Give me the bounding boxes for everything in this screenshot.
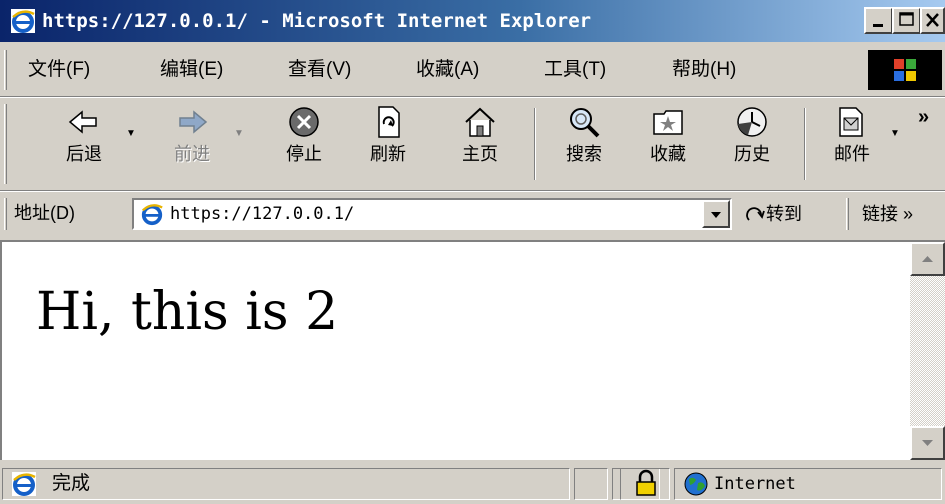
maximize-button[interactable] <box>892 7 921 34</box>
back-button[interactable]: 后退 <box>52 104 116 184</box>
home-label: 主页 <box>462 144 498 164</box>
stop-icon <box>289 107 319 137</box>
mail-label: 邮件 <box>834 144 870 164</box>
globe-icon <box>684 472 708 496</box>
minimize-button[interactable] <box>864 7 893 34</box>
mail-icon <box>839 107 863 137</box>
toolbar-grip[interactable] <box>4 104 7 184</box>
menu-grip[interactable] <box>4 50 7 90</box>
address-bar: 地址(D) 转到 链接 » <box>0 192 945 236</box>
title-bar[interactable]: https://127.0.0.1/ - Microsoft Internet … <box>0 0 945 42</box>
toolbar-separator-2 <box>804 108 806 180</box>
forward-button[interactable]: 前进 <box>160 104 224 184</box>
status-bar: 完成 Internet <box>0 462 945 504</box>
refresh-label: 刷新 <box>370 144 406 164</box>
favorites-button[interactable]: 收藏 <box>636 104 700 184</box>
menu-tools[interactable]: 工具(T) <box>544 56 606 84</box>
go-arrow-icon <box>746 207 765 221</box>
ie-window: https://127.0.0.1/ - Microsoft Internet … <box>0 0 945 504</box>
ie-icon <box>140 202 164 226</box>
standard-toolbar: 后退 ▼ 前进 ▼ 停止 刷新 主页 搜索 收藏 历史 邮件 ▼ » <box>0 98 945 190</box>
chevron-up-icon <box>922 256 933 262</box>
menu-bar: 文件(F) 编辑(E) 查看(V) 收藏(A) 工具(T) 帮助(H) <box>0 44 945 96</box>
back-arrow-icon <box>68 110 97 134</box>
links-grip[interactable] <box>846 198 849 230</box>
favorites-icon <box>653 110 683 135</box>
maximize-icon <box>899 12 914 26</box>
back-label: 后退 <box>66 144 102 164</box>
refresh-icon <box>378 106 400 138</box>
address-field[interactable] <box>132 198 732 230</box>
go-label: 转到 <box>766 204 802 224</box>
toolbar-separator <box>534 108 536 180</box>
forward-arrow-icon <box>179 110 208 134</box>
windows-logo-icon <box>894 59 916 81</box>
search-button[interactable]: 搜索 <box>552 104 616 184</box>
page-body-text: Hi, this is 2 <box>36 282 339 342</box>
menu-view[interactable]: 查看(V) <box>288 56 351 84</box>
favorites-label: 收藏 <box>650 144 686 164</box>
page-viewport[interactable]: Hi, this is 2 <box>2 242 910 460</box>
page-icon <box>12 472 36 496</box>
security-pane[interactable] <box>620 468 670 500</box>
menu-file[interactable]: 文件(F) <box>28 56 90 84</box>
status-text: 完成 <box>52 473 91 494</box>
window-title: https://127.0.0.1/ - Microsoft Internet … <box>42 10 592 32</box>
history-button[interactable]: 历史 <box>720 104 784 184</box>
throbber <box>868 50 942 90</box>
address-dropdown-button[interactable] <box>702 200 730 228</box>
minimize-icon <box>873 24 883 27</box>
search-label: 搜索 <box>566 144 602 164</box>
status-pane-progress <box>574 468 608 500</box>
vertical-scrollbar[interactable] <box>910 242 945 460</box>
home-button[interactable]: 主页 <box>448 104 512 184</box>
go-button[interactable]: 转到 <box>744 200 802 228</box>
toolbar-overflow[interactable]: » <box>918 106 929 129</box>
chevron-down-icon <box>922 440 933 446</box>
home-icon <box>465 107 495 137</box>
menu-help[interactable]: 帮助(H) <box>672 56 736 84</box>
forward-label: 前进 <box>174 144 210 164</box>
history-icon <box>737 107 767 137</box>
address-grip[interactable] <box>4 198 7 230</box>
forward-dropdown[interactable]: ▼ <box>234 128 244 139</box>
refresh-button[interactable]: 刷新 <box>356 104 420 184</box>
address-input[interactable] <box>170 200 690 228</box>
scroll-up-button[interactable] <box>910 242 945 276</box>
address-label: 地址(D) <box>14 203 75 223</box>
mail-button[interactable]: 邮件 <box>820 104 884 184</box>
lock-icon <box>636 469 656 496</box>
back-dropdown[interactable]: ▼ <box>126 128 136 139</box>
ie-icon[interactable] <box>10 8 36 34</box>
content-frame: Hi, this is 2 <box>0 240 945 460</box>
menu-edit[interactable]: 编辑(E) <box>160 56 223 84</box>
stop-label: 停止 <box>286 144 322 164</box>
close-button[interactable] <box>920 7 945 34</box>
menu-favorites[interactable]: 收藏(A) <box>416 56 479 84</box>
history-label: 历史 <box>734 144 770 164</box>
stop-button[interactable]: 停止 <box>272 104 336 184</box>
mail-dropdown[interactable]: ▼ <box>890 128 900 139</box>
search-icon <box>570 108 600 138</box>
zone-label: Internet <box>714 474 796 494</box>
scroll-down-button[interactable] <box>910 426 945 460</box>
close-icon <box>926 13 939 27</box>
links-button[interactable]: 链接 » <box>862 200 913 228</box>
chevron-down-icon <box>711 212 721 218</box>
